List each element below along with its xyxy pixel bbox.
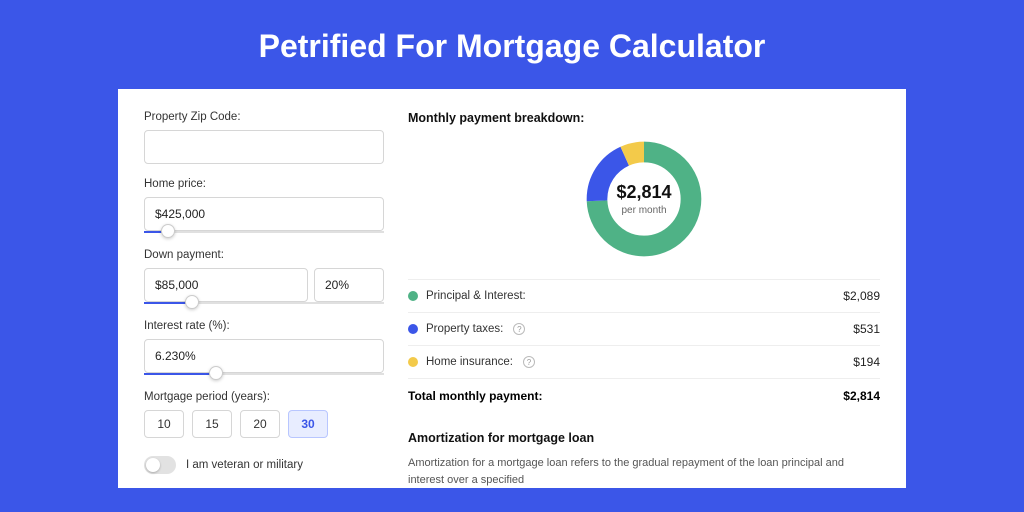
- donut-sub: per month: [621, 205, 666, 216]
- donut-chart: $2,814 per month: [408, 137, 880, 261]
- interest-input[interactable]: [144, 339, 384, 373]
- legend-principal: Principal & Interest: $2,089: [408, 279, 880, 312]
- veteran-label: I am veteran or military: [186, 459, 303, 471]
- down-payment-slider[interactable]: [144, 300, 384, 306]
- home-price-slider[interactable]: [144, 229, 384, 235]
- legend-taxes: Property taxes: ? $531: [408, 312, 880, 345]
- info-icon[interactable]: ?: [513, 323, 525, 335]
- down-payment-label: Down payment:: [144, 249, 384, 261]
- calculator-card: Property Zip Code: Home price: Down paym…: [118, 89, 906, 488]
- breakdown-panel: Monthly payment breakdown: $2,814 per mo…: [408, 111, 880, 488]
- period-field: Mortgage period (years): 10 15 20 30: [144, 391, 384, 438]
- period-15[interactable]: 15: [192, 410, 232, 438]
- dot-icon: [408, 324, 418, 334]
- home-price-input[interactable]: [144, 197, 384, 231]
- page-title: Petrified For Mortgage Calculator: [0, 0, 1024, 89]
- period-buttons: 10 15 20 30: [144, 410, 384, 438]
- amort-title: Amortization for mortgage loan: [408, 431, 880, 445]
- donut-amount: $2,814: [616, 182, 671, 203]
- down-payment-pct-input[interactable]: [314, 268, 384, 302]
- breakdown-title: Monthly payment breakdown:: [408, 111, 880, 125]
- zip-input[interactable]: [144, 130, 384, 164]
- total-row: Total monthly payment: $2,814: [408, 378, 880, 413]
- zip-field: Property Zip Code:: [144, 111, 384, 164]
- down-payment-input[interactable]: [144, 268, 308, 302]
- slider-thumb[interactable]: [209, 366, 223, 380]
- interest-slider[interactable]: [144, 371, 384, 377]
- period-20[interactable]: 20: [240, 410, 280, 438]
- info-icon[interactable]: ?: [523, 356, 535, 368]
- interest-label: Interest rate (%):: [144, 320, 384, 332]
- veteran-toggle[interactable]: [144, 456, 176, 474]
- legend-insurance: Home insurance: ? $194: [408, 345, 880, 378]
- amort-text: Amortization for a mortgage loan refers …: [408, 455, 880, 488]
- slider-thumb[interactable]: [185, 295, 199, 309]
- interest-field: Interest rate (%):: [144, 320, 384, 377]
- period-30[interactable]: 30: [288, 410, 328, 438]
- zip-label: Property Zip Code:: [144, 111, 384, 123]
- down-payment-field: Down payment:: [144, 249, 384, 306]
- home-price-label: Home price:: [144, 178, 384, 190]
- veteran-row: I am veteran or military: [144, 456, 384, 474]
- form-panel: Property Zip Code: Home price: Down paym…: [144, 111, 384, 488]
- dot-icon: [408, 357, 418, 367]
- dot-icon: [408, 291, 418, 301]
- period-10[interactable]: 10: [144, 410, 184, 438]
- slider-thumb[interactable]: [161, 224, 175, 238]
- period-label: Mortgage period (years):: [144, 391, 384, 403]
- home-price-field: Home price:: [144, 178, 384, 235]
